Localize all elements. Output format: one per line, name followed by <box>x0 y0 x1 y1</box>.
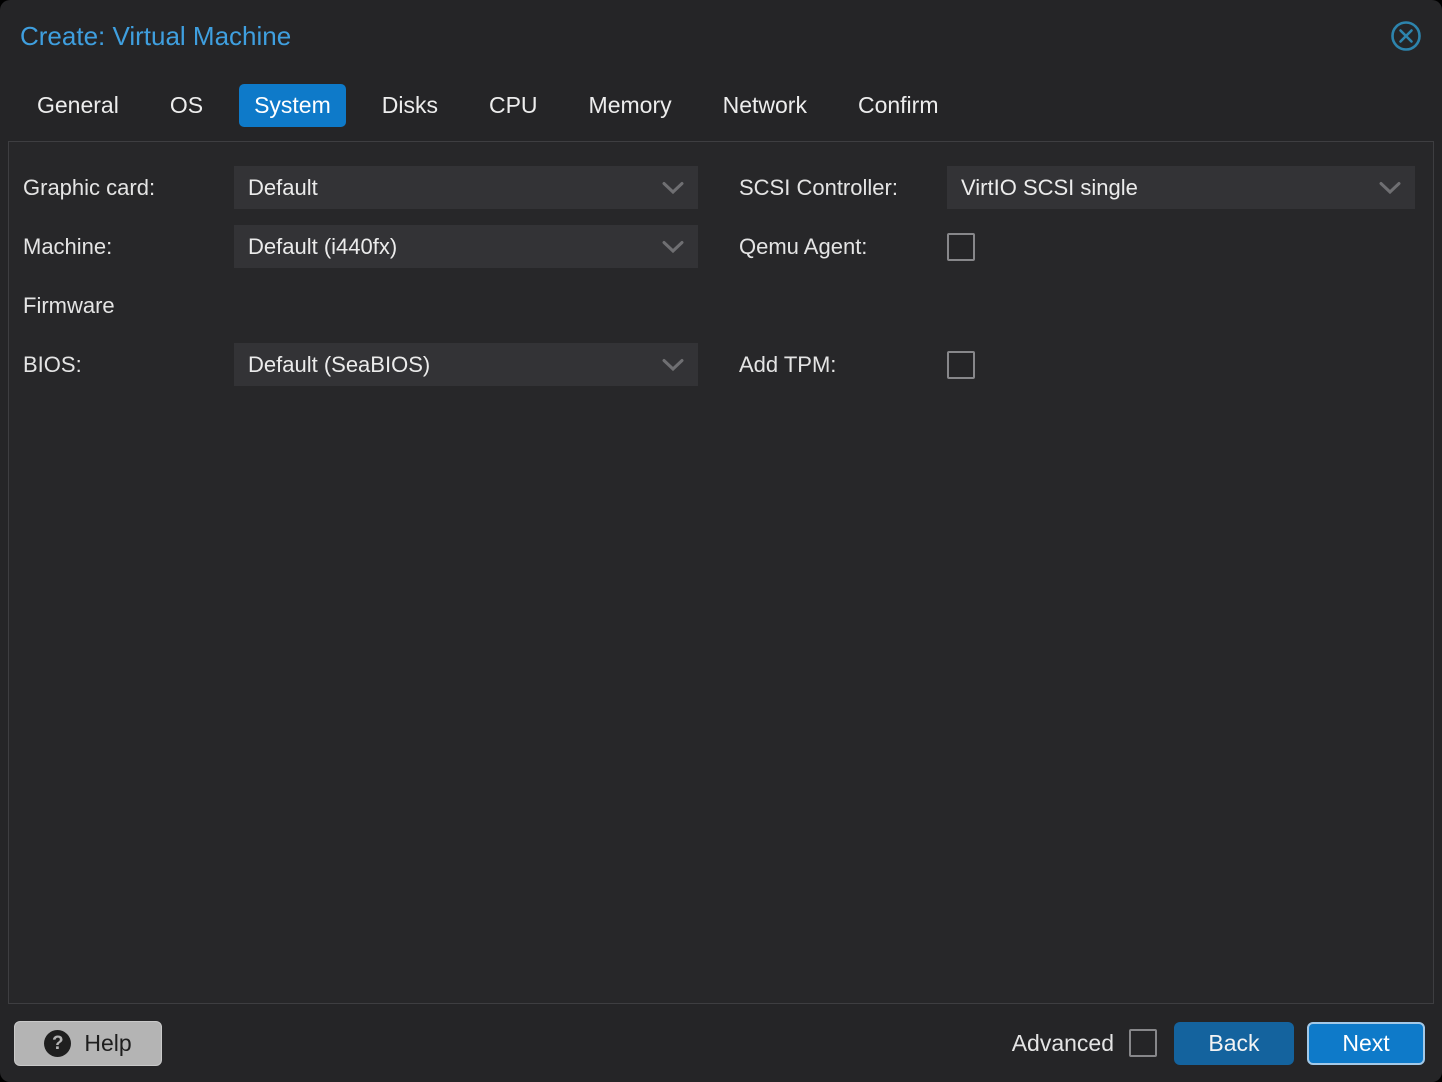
tab-os[interactable]: OS <box>155 84 218 127</box>
add-tpm-label: Add TPM: <box>739 352 947 378</box>
footer-bar: ? Help Advanced Back Next <box>0 1004 1442 1082</box>
scsi-controller-row: SCSI Controller: VirtIO SCSI single <box>739 166 1415 209</box>
graphic-card-select[interactable]: Default <box>234 166 698 209</box>
tab-system[interactable]: System <box>239 84 346 127</box>
qemu-agent-checkbox[interactable] <box>947 233 975 261</box>
chevron-down-icon <box>662 358 684 371</box>
firmware-section-row: Firmware <box>23 284 698 327</box>
graphic-card-value: Default <box>248 175 318 201</box>
bios-value: Default (SeaBIOS) <box>248 352 430 378</box>
machine-value: Default (i440fx) <box>248 234 397 260</box>
scsi-controller-label: SCSI Controller: <box>739 175 947 201</box>
chevron-down-icon <box>662 240 684 253</box>
qemu-agent-label: Qemu Agent: <box>739 234 947 260</box>
scsi-controller-select[interactable]: VirtIO SCSI single <box>947 166 1415 209</box>
next-button[interactable]: Next <box>1307 1022 1425 1065</box>
help-question-icon: ? <box>44 1030 71 1057</box>
chevron-down-icon <box>662 181 684 194</box>
tab-cpu[interactable]: CPU <box>474 84 553 127</box>
machine-row: Machine: Default (i440fx) <box>23 225 698 268</box>
bios-row: BIOS: Default (SeaBIOS) <box>23 343 698 386</box>
scsi-controller-value: VirtIO SCSI single <box>961 175 1138 201</box>
tab-network[interactable]: Network <box>708 84 822 127</box>
tab-confirm[interactable]: Confirm <box>843 84 954 127</box>
system-form-panel: Graphic card: Default Machine: Default (… <box>8 141 1434 1004</box>
close-button[interactable] <box>1388 18 1424 54</box>
close-icon <box>1388 18 1424 54</box>
help-button-label: Help <box>84 1030 131 1057</box>
help-button[interactable]: ? Help <box>14 1021 162 1066</box>
dialog-title: Create: Virtual Machine <box>20 16 291 56</box>
qemu-agent-row: Qemu Agent: <box>739 225 1415 268</box>
tab-general[interactable]: General <box>22 84 134 127</box>
spacer-row <box>739 284 1415 327</box>
create-vm-dialog: Create: Virtual Machine General OS Syste… <box>0 0 1442 1082</box>
machine-label: Machine: <box>23 234 234 260</box>
bios-select[interactable]: Default (SeaBIOS) <box>234 343 698 386</box>
form-column-left: Graphic card: Default Machine: Default (… <box>23 166 698 402</box>
graphic-card-row: Graphic card: Default <box>23 166 698 209</box>
tab-disks[interactable]: Disks <box>367 84 453 127</box>
titlebar: Create: Virtual Machine <box>0 0 1442 56</box>
machine-select[interactable]: Default (i440fx) <box>234 225 698 268</box>
advanced-label: Advanced <box>1012 1030 1114 1057</box>
back-button[interactable]: Back <box>1174 1022 1294 1065</box>
graphic-card-label: Graphic card: <box>23 175 234 201</box>
bios-label: BIOS: <box>23 352 234 378</box>
form-column-right: SCSI Controller: VirtIO SCSI single Qemu… <box>739 166 1415 402</box>
tab-strip: General OS System Disks CPU Memory Netwo… <box>0 84 1442 141</box>
add-tpm-checkbox[interactable] <box>947 351 975 379</box>
advanced-checkbox[interactable] <box>1129 1029 1157 1057</box>
add-tpm-row: Add TPM: <box>739 343 1415 386</box>
chevron-down-icon <box>1379 181 1401 194</box>
firmware-section-label: Firmware <box>23 293 234 319</box>
tab-memory[interactable]: Memory <box>574 84 687 127</box>
